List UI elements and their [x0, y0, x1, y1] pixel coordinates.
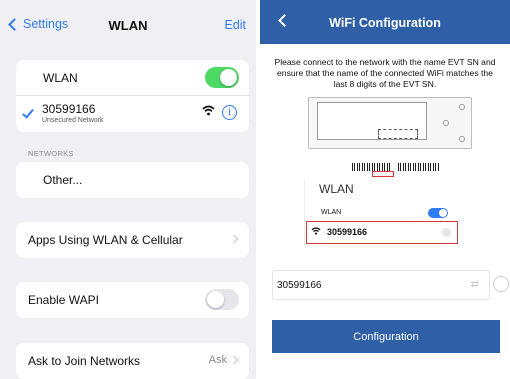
wlan-settings-screen: Settings WLAN Edit WLAN 30599166 Unsecur… — [0, 0, 256, 379]
device-label-illustration — [308, 97, 472, 149]
screw-icon — [459, 136, 465, 142]
example-wlan-label: WLAN — [321, 209, 342, 216]
nav-bar: Settings WLAN Edit — [0, 0, 256, 50]
sn-dashed-box — [378, 129, 418, 139]
wifi-icon — [311, 227, 321, 237]
ask-value: Ask — [208, 354, 227, 366]
wifi-icon — [202, 105, 215, 119]
barcode-illustration — [352, 163, 442, 177]
barcode — [352, 163, 392, 171]
configuration-button[interactable]: Configuration — [272, 320, 500, 353]
network-security: Unsecured Network — [42, 117, 104, 124]
example-network-highlight: 30599166 — [306, 221, 458, 244]
example-network-name: 30599166 — [327, 227, 368, 237]
swap-icon[interactable]: ⇄ — [471, 279, 479, 290]
toggle-knob — [220, 69, 237, 86]
toggle-knob — [207, 291, 224, 308]
apps-group: Apps Using WLAN & Cellular — [16, 222, 249, 258]
selection-radio[interactable] — [493, 276, 509, 292]
wapi-group: Enable WAPI — [16, 282, 249, 318]
checkmark-icon — [22, 106, 34, 119]
apps-using-wlan-row[interactable]: Apps Using WLAN & Cellular — [16, 222, 249, 258]
screw-icon — [443, 120, 449, 126]
ask-label: Ask to Join Networks — [28, 354, 141, 368]
wapi-toggle[interactable] — [205, 289, 239, 310]
wlan-group: WLAN 30599166 Unsecured Network i — [16, 60, 249, 132]
config-description: Please connect to the network with the n… — [274, 57, 496, 89]
chevron-right-icon — [229, 234, 239, 244]
toggle-knob — [439, 209, 447, 217]
ask-group: Ask to Join Networks Ask — [16, 343, 249, 379]
wlan-label: WLAN — [43, 70, 78, 85]
other-label: Other... — [43, 173, 83, 187]
config-header: WiFi Configuration — [260, 0, 510, 44]
wlan-toggle[interactable] — [205, 67, 239, 88]
device-nameplate — [317, 102, 427, 140]
other-network-row[interactable]: Other... — [16, 162, 249, 198]
connected-network-row[interactable]: 30599166 Unsecured Network i — [16, 96, 249, 132]
other-group: Other... — [16, 162, 249, 198]
networks-section-header: NETWORKS — [28, 149, 74, 158]
info-icon[interactable]: i — [222, 105, 237, 120]
apps-label: Apps Using WLAN & Cellular — [28, 233, 183, 247]
barcode — [398, 163, 440, 171]
chevron-right-icon — [442, 228, 451, 237]
chevron-right-icon — [229, 355, 239, 365]
example-wlan-title: WLAN — [319, 182, 354, 196]
example-wlan-toggle — [428, 208, 448, 218]
edit-button[interactable]: Edit — [224, 18, 246, 32]
config-title: WiFi Configuration — [329, 16, 441, 30]
screw-icon — [459, 104, 465, 110]
wifi-configuration-screen: WiFi Configuration Please connect to the… — [260, 0, 510, 379]
wlan-toggle-row: WLAN — [16, 60, 249, 96]
network-name: 30599166 — [42, 102, 96, 116]
page-title: WLAN — [108, 18, 148, 33]
ssid-value: 30599166 — [277, 280, 322, 291]
wapi-label: Enable WAPI — [28, 293, 99, 307]
ssid-input[interactable]: 30599166 ⇄ — [272, 270, 490, 300]
enable-wapi-row: Enable WAPI — [16, 282, 249, 318]
sn-highlight-box — [372, 171, 394, 177]
ask-to-join-row[interactable]: Ask to Join Networks Ask — [16, 343, 249, 379]
